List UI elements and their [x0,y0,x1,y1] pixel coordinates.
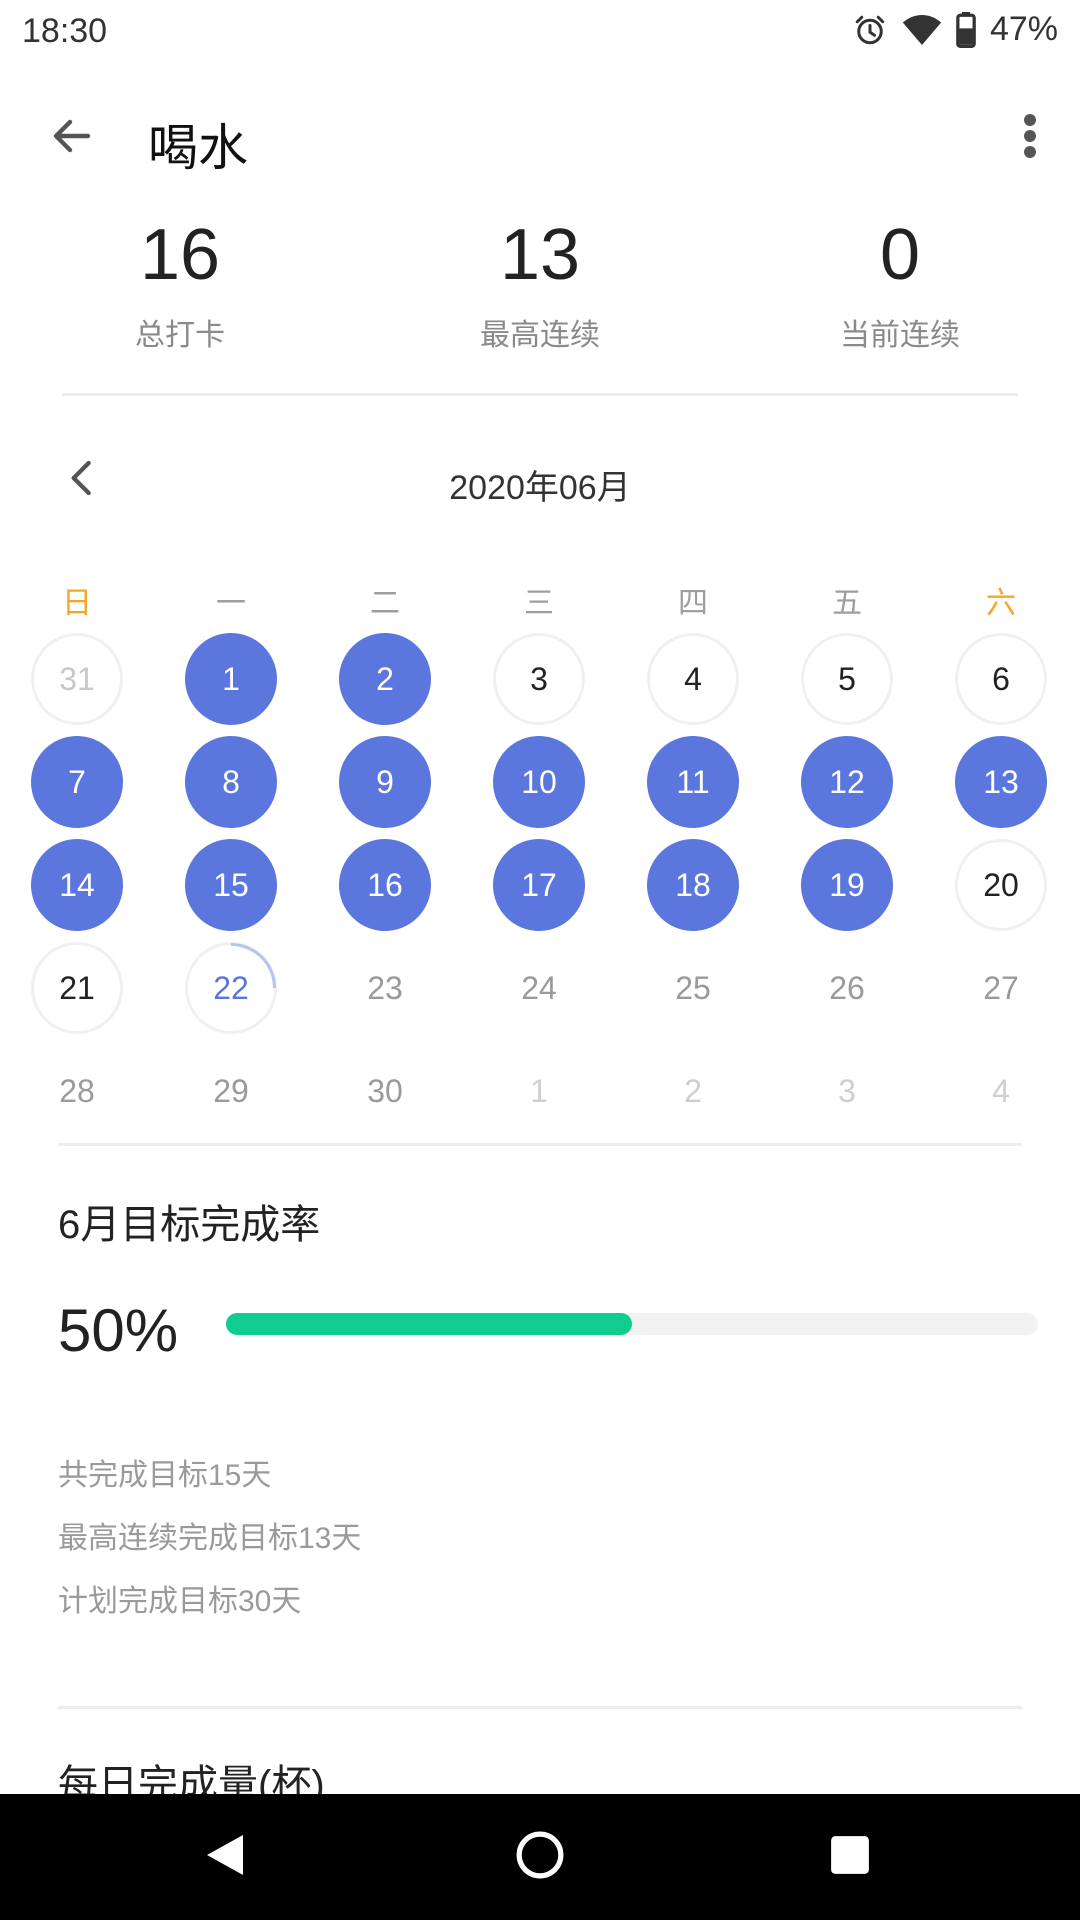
stat-current-streak-label: 当前连续 [840,319,960,352]
stat-max-streak-value: 13 [499,215,581,295]
status-time: 18:30 [22,12,108,50]
calendar-day[interactable]: 6 [955,633,1047,725]
calendar-day-checked[interactable]: 1 [185,633,277,725]
page-title: 喝水 [148,120,248,176]
stat-current-streak-value: 0 [879,215,921,295]
weekday-row: 日 一 二 三 四 五 六 [0,578,1080,620]
calendar-day-prev-month[interactable]: 31 [31,633,123,725]
calendar-day-future[interactable]: 29 [185,1045,277,1137]
nav-back-button[interactable] [190,1822,260,1892]
calendar-day-checked[interactable]: 16 [339,839,431,931]
calendar-day-checked[interactable]: 14 [31,839,123,931]
calendar-day[interactable]: 5 [801,633,893,725]
weekday-sun: 日 [62,587,92,620]
weekday-fri: 五 [832,587,862,620]
nav-home-button[interactable] [505,1822,575,1892]
back-button[interactable] [40,106,104,170]
calendar-day-checked[interactable]: 17 [493,839,585,931]
goal-progress-bar [226,1313,1038,1335]
divider [58,1706,1022,1709]
goal-max-streak-days: 最高连续完成目标13天 [58,1522,362,1555]
calendar-day-future[interactable]: 23 [339,942,431,1034]
system-nav-bar [0,1794,1080,1920]
goal-progress-fill [226,1313,632,1335]
battery-icon [956,11,976,48]
stat-total-value: 16 [139,215,221,295]
calendar-month-title: 2020年06月 [449,469,631,507]
stat-current-streak: 0 当前连续 [750,210,1050,354]
calendar-day-checked[interactable]: 18 [647,839,739,931]
calendar-day-checked[interactable]: 7 [31,736,123,828]
calendar-day-future[interactable]: 24 [493,942,585,1034]
calendar-day-checked[interactable]: 10 [493,736,585,828]
wifi-icon [902,12,942,48]
weekday-wed: 三 [524,587,554,620]
circle-home-icon [515,1830,565,1885]
calendar-day[interactable]: 3 [493,633,585,725]
app-bar: 喝水 [0,90,1080,184]
calendar-day-future[interactable]: 30 [339,1045,431,1137]
calendar-day-next-month[interactable]: 4 [955,1045,1047,1137]
weekday-mon: 一 [216,587,246,620]
calendar-day-checked[interactable]: 9 [339,736,431,828]
calendar-day[interactable]: 20 [955,839,1047,931]
stat-max-streak: 13 最高连续 [390,210,690,354]
stat-total-label: 总打卡 [135,319,225,352]
calendar-day-checked[interactable]: 15 [185,839,277,931]
calendar-day[interactable]: 21 [31,942,123,1034]
status-icons: 47% [852,10,1058,49]
calendar-day-checked[interactable]: 11 [647,736,739,828]
square-recents-icon [829,1834,871,1881]
divider [62,393,1018,396]
more-vertical-icon [1022,112,1038,165]
calendar-day-next-month[interactable]: 3 [801,1045,893,1137]
calendar-day-future[interactable]: 28 [31,1045,123,1137]
calendar-day-future[interactable]: 26 [801,942,893,1034]
weekday-sat: 六 [986,587,1016,620]
calendar-day-next-month[interactable]: 2 [647,1045,739,1137]
calendar-day-checked[interactable]: 8 [185,736,277,828]
goal-completed-days: 共完成目标15天 [58,1459,272,1492]
calendar-day-checked[interactable]: 2 [339,633,431,725]
calendar-day-checked[interactable]: 19 [801,839,893,931]
weekday-thu: 四 [678,587,708,620]
battery-percent: 47% [989,10,1058,48]
triangle-back-icon [203,1831,247,1884]
status-bar: 18:30 47% [0,0,1080,64]
goal-title: 6月目标完成率 [58,1203,321,1247]
calendar-day-checked[interactable]: 12 [801,736,893,828]
calendar-day-future[interactable]: 27 [955,942,1047,1034]
arrow-left-icon [48,112,96,165]
nav-recents-button[interactable] [815,1822,885,1892]
stat-max-streak-label: 最高连续 [480,319,600,352]
alarm-icon [852,12,888,48]
more-options-button[interactable] [998,106,1062,170]
weekday-tue: 二 [370,587,400,620]
calendar-day[interactable]: 4 [647,633,739,725]
divider [58,1143,1022,1146]
goal-percent: 50% [58,1297,179,1364]
calendar-header: 2020年06月 [0,450,1080,510]
today-progress-arc [230,943,276,989]
calendar-day-future[interactable]: 25 [647,942,739,1034]
calendar-day-today[interactable]: 22 [185,942,277,1034]
calendar-day-next-month[interactable]: 1 [493,1045,585,1137]
stat-total: 16 总打卡 [30,210,330,354]
goal-planned-days: 计划完成目标30天 [58,1585,302,1618]
calendar-day-checked[interactable]: 13 [955,736,1047,828]
stats-summary: 16 总打卡 13 最高连续 0 当前连续 [0,210,1080,370]
